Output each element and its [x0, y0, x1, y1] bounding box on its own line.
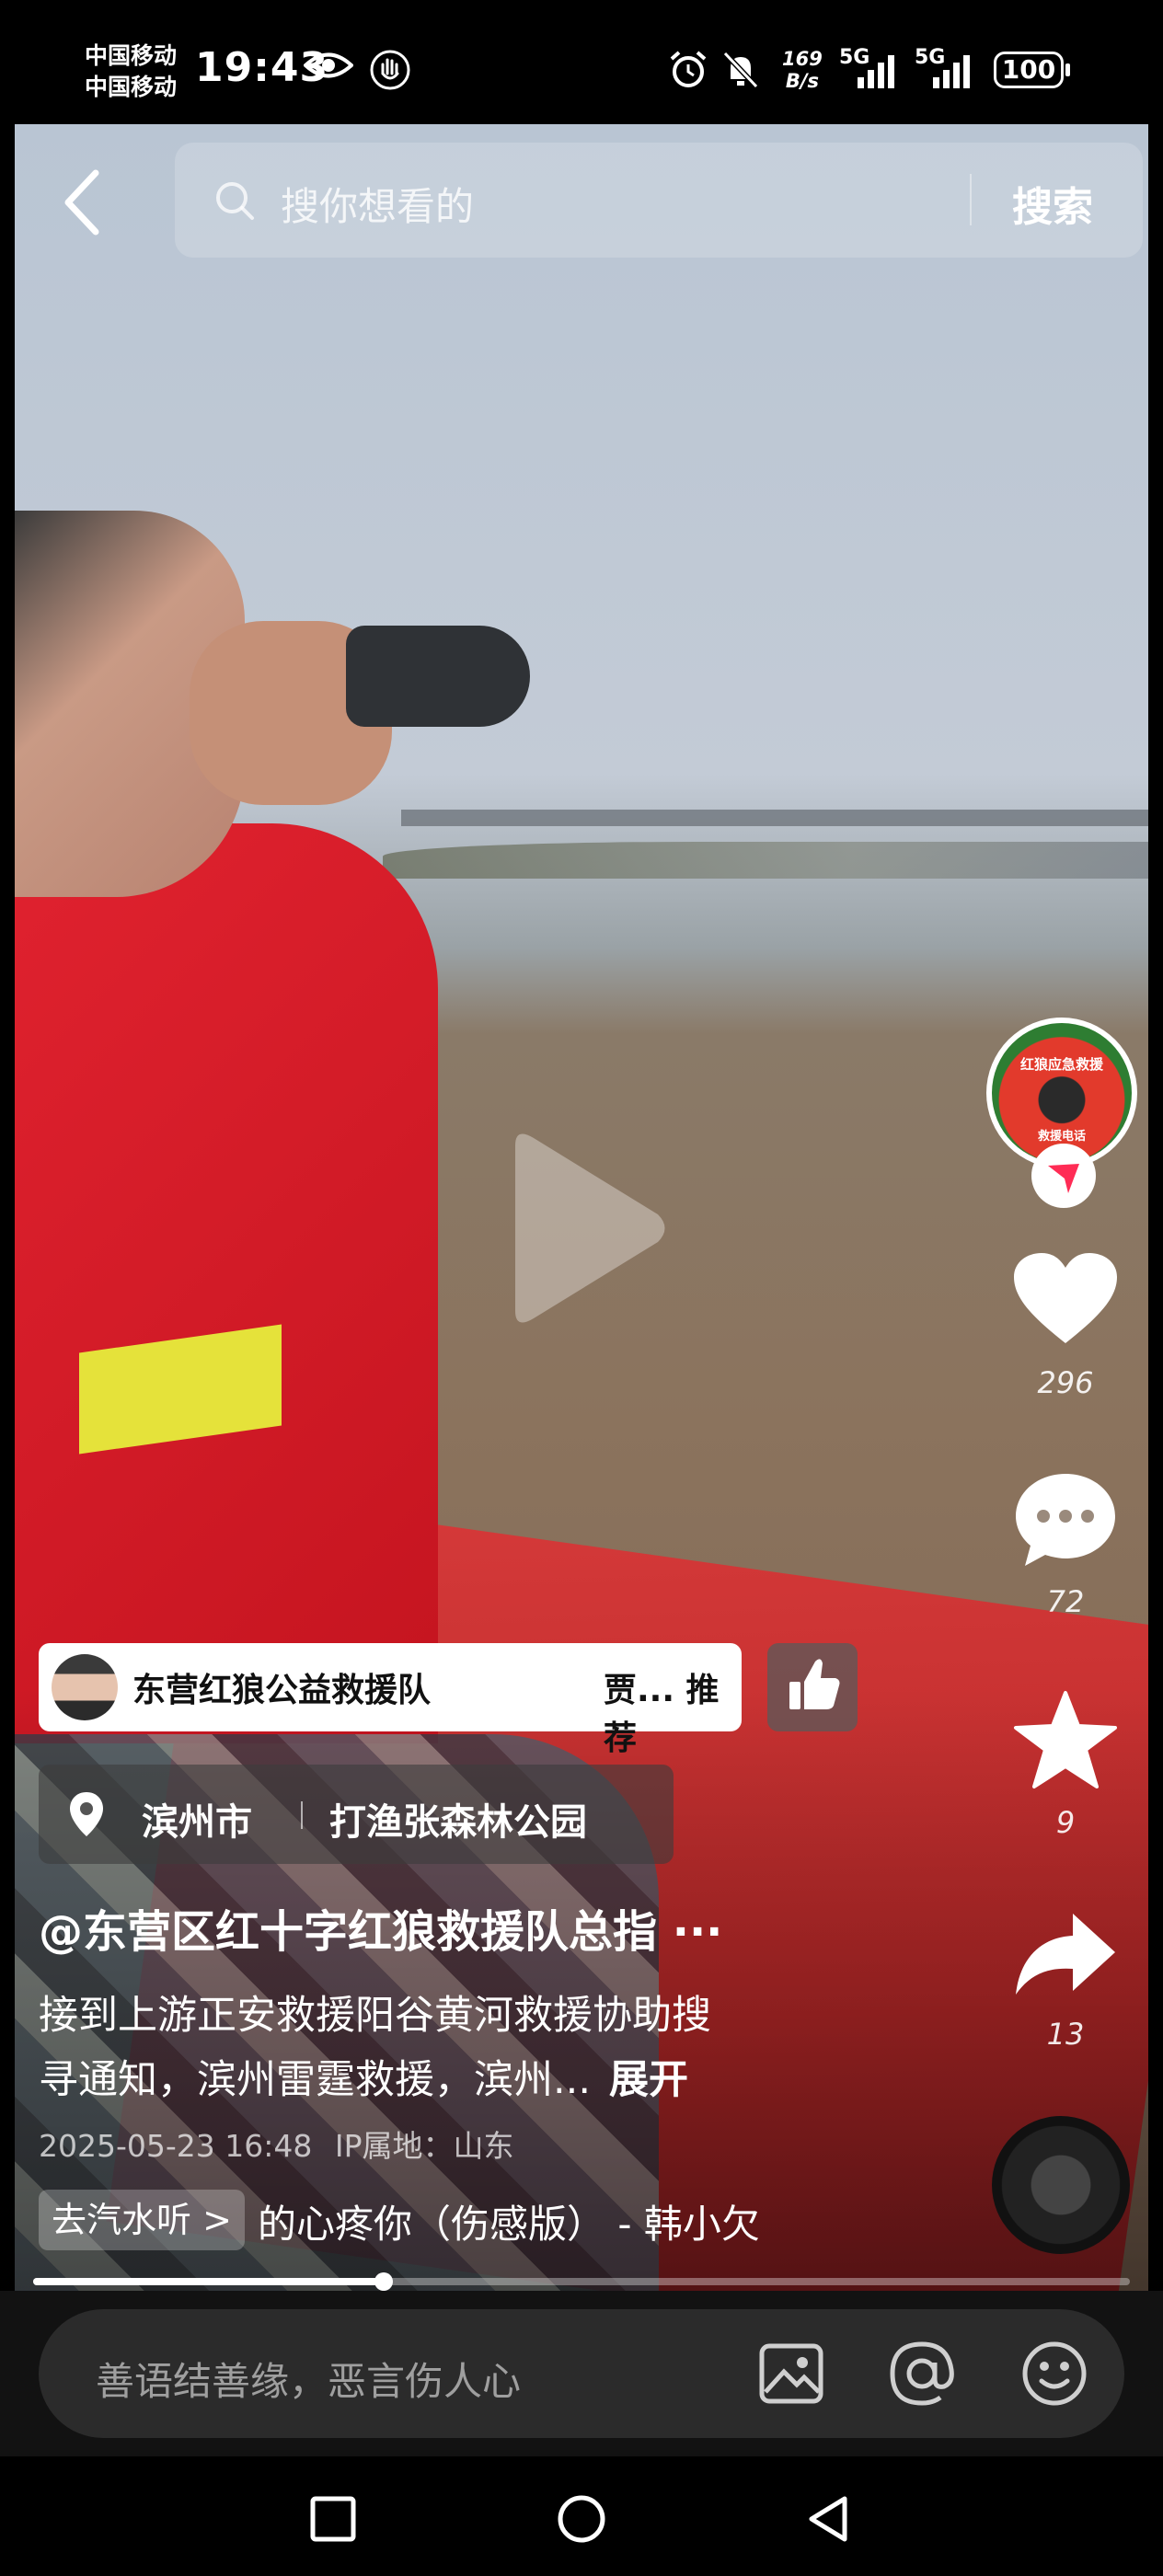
status-bar: 中国移动 中国移动 19:43 169 B/s 5G 5G 100 [0, 0, 1163, 124]
post-meta: 2025-05-23 16:48 IP属地：山东 [39, 2122, 514, 2166]
music-app-chip[interactable]: 去汽水听 > [39, 2190, 245, 2250]
recommend-chip[interactable]: 东营红狼公益救援队 贾... 推荐 [39, 1643, 742, 1757]
avatar-subtext: 救援电话 [1037, 1130, 1086, 1144]
favorite-star-icon[interactable] [1012, 1689, 1119, 1792]
avatar-text: 红狼应急救援 [1019, 1056, 1103, 1073]
hand-icon [370, 50, 410, 90]
search-bar[interactable]: 搜你想看的 搜索 [175, 143, 1143, 258]
search-placeholder[interactable]: 搜你想看的 [281, 176, 474, 232]
image-icon[interactable] [754, 2337, 828, 2410]
signal-icon [858, 55, 894, 88]
expand-link[interactable]: 展开 [609, 2057, 688, 2103]
favorite-count: 9 [1055, 1805, 1076, 1840]
post-author[interactable]: @东营区红十字红狼救援队总指 ··· [39, 1895, 722, 1960]
mention-icon[interactable] [885, 2337, 959, 2410]
signal-icon-2 [933, 55, 970, 88]
comment-placeholder[interactable]: 善语结善缘，恶言伤人心 [96, 2351, 521, 2407]
location-place: 打渔张森林公园 [329, 1801, 587, 1844]
back-triangle-icon[interactable] [802, 2493, 854, 2545]
music-disc[interactable] [992, 2116, 1130, 2254]
binoculars-scene [346, 626, 530, 727]
share-arrow-icon[interactable] [1012, 1910, 1119, 1998]
search-button[interactable]: 搜索 [1012, 174, 1093, 233]
comment-input[interactable]: 善语结善缘，恶言伤人心 [39, 2309, 1124, 2438]
home-circle-icon[interactable] [556, 2493, 607, 2545]
follow-button[interactable] [1031, 1144, 1096, 1208]
like-count: 296 [1037, 1365, 1094, 1400]
avatar-image: 红狼应急救援 救援电话 [992, 1023, 1132, 1163]
recommend-like-button[interactable] [767, 1643, 858, 1731]
mute-icon [722, 51, 759, 89]
progress-fill [33, 2278, 385, 2285]
play-icon[interactable] [497, 1127, 672, 1329]
recommender-avatar [52, 1654, 118, 1720]
comment-bubble-icon[interactable] [1012, 1470, 1119, 1570]
net-speed-value: 169 [782, 48, 823, 70]
video-progress-bar[interactable] [33, 2272, 1130, 2291]
follow-arrow-icon [1048, 1164, 1079, 1193]
description-line-2: 寻通知，滨州雷霆救援，滨州... [39, 2057, 592, 2103]
post-description: 接到上游正安救援阳谷黄河救援协助搜 寻通知，滨州雷霆救援，滨州... 展开 [39, 1984, 922, 2112]
search-icon [216, 182, 254, 220]
person-scene [15, 823, 438, 1743]
carrier-labels: 中国移动 中国移动 [85, 40, 177, 103]
bridge-scene [401, 810, 1148, 826]
thumbs-up-icon [789, 1659, 840, 1709]
emoji-icon[interactable] [1018, 2337, 1091, 2410]
like-heart-icon[interactable] [1012, 1251, 1119, 1347]
net-speed-unit: B/s [785, 70, 820, 92]
net-speed: 169 B/s [782, 48, 823, 92]
location-chip[interactable]: 滨州市 打渔张森林公园 [39, 1765, 674, 1864]
shore-scene [383, 842, 1148, 879]
location-city: 滨州市 [142, 1801, 252, 1844]
location-pin-icon [70, 1792, 103, 1836]
share-count: 13 [1046, 2017, 1085, 2052]
recommend-title: 东营红狼公益救援队 [132, 1672, 432, 1709]
music-title[interactable]: 的心疼你（伤感版） - 韩小欠 [258, 2193, 760, 2249]
carrier-2: 中国移动 [85, 74, 178, 100]
search-divider [970, 174, 972, 225]
recommend-extra: 贾... 推荐 [604, 1672, 720, 1757]
eye-icon [304, 52, 353, 78]
carrier-1: 中国移动 [85, 42, 178, 69]
battery-indicator: 100 [994, 52, 1070, 88]
description-line-1: 接到上游正安救援阳谷黄河救援协助搜 [39, 1993, 711, 2039]
back-arrow-icon[interactable] [55, 166, 110, 239]
system-nav-bar [0, 2456, 1163, 2576]
recents-square-icon[interactable] [307, 2493, 359, 2545]
comment-count: 72 [1046, 1584, 1085, 1619]
post-date: 2025-05-23 16:48 [39, 2128, 313, 2164]
location-divider [301, 1801, 303, 1829]
ip-location: IP属地：山东 [334, 2128, 514, 2164]
alarm-icon [670, 51, 707, 87]
